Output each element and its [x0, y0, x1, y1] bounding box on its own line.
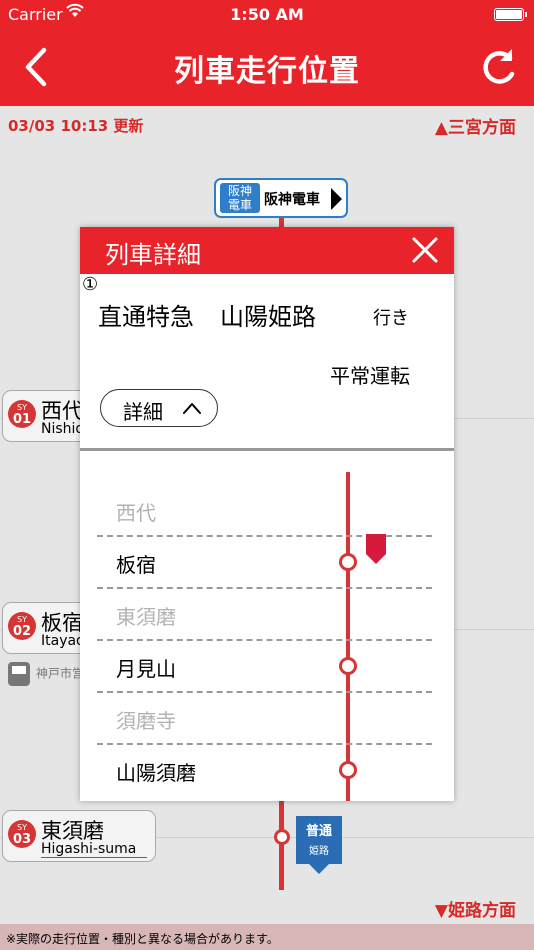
route-row-higashi-suma: 東須磨 — [97, 589, 432, 641]
train-number: ① — [82, 274, 99, 295]
route-row-sanyo-suma: 山陽須磨 — [97, 745, 432, 797]
nav-bar: 列車走行位置 — [0, 28, 534, 106]
bound-label: 行き — [373, 308, 409, 329]
modal-header: 列車詳細 — [80, 227, 454, 274]
train-type: 直通特急 — [98, 303, 194, 331]
close-button[interactable] — [410, 235, 440, 265]
hanshin-logo: 阪神 電車 — [220, 183, 260, 213]
direction-himeji: ▼姫路方面 — [434, 901, 516, 921]
updated-time: 03/03 10:13 更新 — [8, 117, 144, 135]
station-number-badge: SY 01 — [8, 400, 36, 428]
disclaimer: ※実際の走行位置・種別と異なる場合があります。 — [0, 924, 534, 950]
route-list: 西代 板宿 東須磨 月見山 須磨寺 山陽須磨 — [80, 451, 454, 801]
station-number-badge: SY 03 — [8, 820, 36, 848]
station-number-badge: SY 02 — [8, 612, 36, 640]
play-arrow-icon — [331, 188, 342, 210]
station-name-en: Higashi-suma — [41, 841, 137, 857]
direction-sannomiya: ▲三宮方面 — [434, 118, 516, 138]
subway-train-icon — [8, 662, 30, 686]
route-station-name: 山陽須磨 — [116, 761, 196, 785]
battery-icon — [494, 8, 527, 21]
chevron-up-icon — [183, 403, 201, 414]
station-node — [274, 829, 290, 845]
route-station-name: 西代 — [116, 501, 156, 525]
status-bar: Carrier 1:50 AM — [0, 0, 534, 28]
route-row-sumadera: 須磨寺 — [97, 693, 432, 745]
route-station-name: 須磨寺 — [116, 709, 176, 733]
modal-title: 列車詳細 — [105, 241, 201, 269]
route-row-nishidai: 西代 — [97, 485, 432, 537]
train-detail-modal: 列車詳細 ① 直通特急 山陽姫路 行き 平常運転 詳細 西代 板宿 東須磨 月見… — [80, 227, 454, 801]
hanshin-connection[interactable]: 阪神 電車 阪神電車 — [214, 178, 348, 218]
refresh-icon — [483, 49, 515, 84]
refresh-button[interactable] — [476, 44, 522, 90]
close-icon — [412, 237, 438, 263]
station-underline — [41, 857, 147, 858]
current-position-marker-icon — [366, 534, 386, 564]
train-marker[interactable]: 普通 姫路 — [296, 816, 342, 874]
operation-status: 平常運転 — [330, 364, 410, 388]
stop-dot — [339, 553, 357, 571]
route-station-name: 東須磨 — [116, 605, 176, 629]
route-station-name: 板宿 — [116, 553, 156, 577]
station-higashi-suma[interactable]: SY 03 東須磨 Higashi-suma — [2, 810, 156, 862]
route-row-tsukimiyama: 月見山 — [97, 641, 432, 693]
stop-dot — [339, 657, 357, 675]
route-station-name: 月見山 — [116, 657, 176, 681]
train-destination: 山陽姫路 — [220, 303, 316, 331]
hanshin-name: 阪神電車 — [264, 192, 320, 208]
subway-transfer: 神戸市営 — [8, 662, 84, 686]
page-title: 列車走行位置 — [174, 54, 360, 89]
detail-button-label: 詳細 — [123, 400, 163, 424]
clock: 1:50 AM — [230, 5, 304, 24]
stop-dot — [339, 761, 357, 779]
detail-toggle-button[interactable]: 詳細 — [100, 389, 218, 427]
